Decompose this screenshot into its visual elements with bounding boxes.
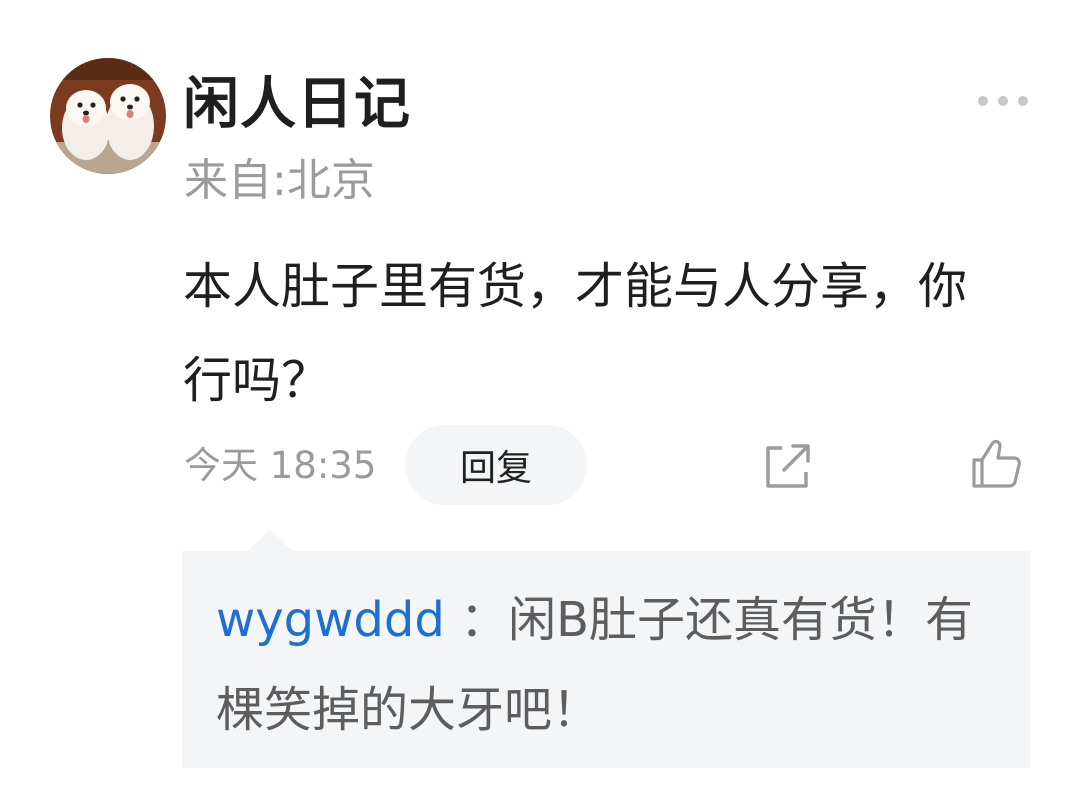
comment-body: 本人肚子里有货，才能与人分享，你行吗？	[183, 258, 968, 409]
reply-author-link[interactable]: wygwddd	[216, 592, 445, 648]
location-label: 来自:北京	[184, 155, 375, 206]
reply-separator: ：	[444, 592, 509, 648]
reply-text-line: wygwddd ：闲B肚子还真有货！有棵笑掉的大牙吧！	[216, 575, 1006, 755]
more-horizontal-icon[interactable]	[975, 90, 1031, 112]
samoyed-puppies-avatar-icon	[50, 58, 166, 174]
user-avatar[interactable]	[50, 58, 166, 174]
comment-timestamp: 今天 18:35	[184, 444, 377, 487]
reply-button[interactable]: 回复	[405, 425, 587, 505]
reply-box-pointer	[246, 530, 294, 552]
reply-preview[interactable]: wygwddd ：闲B肚子还真有货！有棵笑掉的大牙吧！	[182, 551, 1030, 768]
username[interactable]: 闲人日记	[183, 70, 411, 140]
thumbs-up-icon[interactable]	[968, 436, 1024, 492]
share-icon[interactable]	[760, 440, 816, 492]
